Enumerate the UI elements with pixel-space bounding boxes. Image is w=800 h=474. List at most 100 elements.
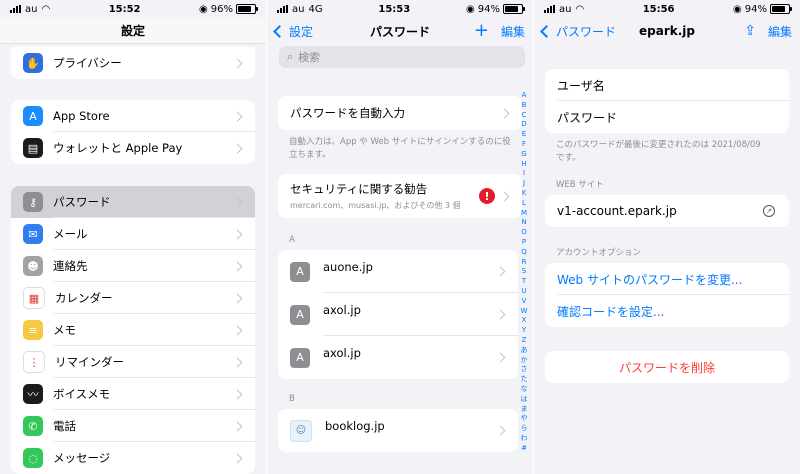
settings-item[interactable]: ✆ 電話: [11, 410, 255, 442]
chevron-right-icon: [499, 191, 510, 201]
settings-item[interactable]: ⚷ パスワード: [11, 186, 255, 218]
settings-item[interactable]: ▦ カレンダー: [11, 282, 255, 314]
index-letter[interactable]: E: [518, 130, 530, 140]
nav-bar: 設定: [0, 18, 266, 44]
chevron-right-icon: [495, 425, 506, 436]
change-password-link[interactable]: Web サイトのパスワードを変更...: [545, 263, 789, 295]
index-letter[interactable]: J: [518, 179, 530, 189]
change-password-label: Web サイトのパスワードを変更...: [557, 272, 743, 287]
back-button[interactable]: 設定: [273, 18, 313, 44]
section-header: A: [289, 235, 295, 245]
username-field[interactable]: ユーザ名: [545, 69, 789, 101]
edit-button[interactable]: 編集: [768, 23, 792, 40]
wallet-icon: ▤: [23, 138, 43, 158]
autofill-row[interactable]: パスワードを自動入力: [278, 96, 522, 130]
chevron-right-icon: [495, 352, 506, 363]
battery-percent: 94%: [744, 3, 767, 15]
index-letter[interactable]: X: [518, 316, 530, 326]
website-group: v1-account.epark.jp ↗: [545, 195, 789, 227]
settings-item[interactable]: ◌ メッセージ: [11, 442, 255, 474]
security-subtitle: mercari.com、musasi.jp、およびその他 3 個: [290, 201, 461, 210]
index-letter[interactable]: D: [518, 120, 530, 130]
index-letter[interactable]: H: [518, 160, 530, 170]
signal-icon: [544, 5, 555, 13]
index-letter[interactable]: T: [518, 277, 530, 287]
orientation-lock-icon: ◉: [199, 3, 208, 15]
page-title: パスワード: [369, 24, 430, 39]
settings-item[interactable]: ✉ メール: [11, 218, 255, 250]
index-letter[interactable]: か: [518, 356, 530, 366]
chevron-left-icon: [273, 24, 286, 38]
back-label: パスワード: [556, 24, 617, 39]
status-time: 15:52: [108, 3, 141, 15]
share-icon[interactable]: ⇪: [744, 23, 756, 39]
index-letter[interactable]: や: [518, 414, 530, 424]
index-letter[interactable]: C: [518, 111, 530, 121]
password-row[interactable]: Aaxol.jp: [278, 293, 518, 336]
chevron-right-icon: [499, 108, 510, 118]
index-letter[interactable]: W: [518, 307, 530, 317]
index-letter[interactable]: U: [518, 287, 530, 297]
index-letter[interactable]: Z: [518, 336, 530, 346]
status-time: 15:53: [378, 3, 411, 15]
index-letter[interactable]: ま: [518, 405, 530, 415]
index-letter[interactable]: わ: [518, 434, 530, 444]
search-input[interactable]: ⌕ 検索: [279, 46, 525, 68]
index-letter[interactable]: N: [518, 218, 530, 228]
index-letter[interactable]: A: [518, 91, 530, 101]
section-index[interactable]: A B C D E F G H I J K L M N O P Q R S T U V W X Y Z あかさたなはまやらわ #: [518, 91, 530, 453]
back-button[interactable]: パスワード: [540, 18, 617, 44]
index-letter[interactable]: G: [518, 150, 530, 160]
setup-code-link[interactable]: 確認コードを設定...: [545, 295, 789, 327]
settings-item-label: ボイスメモ: [53, 387, 111, 401]
index-letter[interactable]: I: [518, 169, 530, 179]
add-button[interactable]: +: [474, 22, 489, 40]
security-recommendations-row[interactable]: セキュリティに関する勧告 mercari.com、musasi.jp、およびその…: [278, 174, 522, 218]
status-bar: au ◠ 15:56 ◉ 94%: [534, 0, 800, 18]
search-icon: ⌕: [287, 50, 294, 63]
index-letter[interactable]: は: [518, 395, 530, 405]
delete-password-button[interactable]: パスワードを削除: [545, 351, 789, 383]
index-letter[interactable]: K: [518, 189, 530, 199]
index-letter[interactable]: な: [518, 385, 530, 395]
index-letter[interactable]: #: [518, 444, 530, 454]
settings-item[interactable]: ⋮ リマインダー: [11, 346, 255, 378]
index-letter[interactable]: M: [518, 209, 530, 219]
compass-icon[interactable]: ↗: [763, 205, 775, 217]
battery-icon: [503, 4, 525, 14]
index-letter[interactable]: あ: [518, 346, 530, 356]
index-letter[interactable]: S: [518, 267, 530, 277]
password-label: パスワード: [557, 110, 618, 125]
password-row[interactable]: Aauone.jp: [278, 250, 518, 293]
chevron-right-icon: [232, 389, 243, 399]
settings-item[interactable]: ☻ 連絡先: [11, 250, 255, 282]
index-letter[interactable]: R: [518, 258, 530, 268]
settings-item[interactable]: ✋ プライバシー: [11, 47, 255, 79]
index-letter[interactable]: さ: [518, 365, 530, 375]
settings-item[interactable]: 〰ボイスメモ: [11, 378, 255, 410]
index-letter[interactable]: L: [518, 199, 530, 209]
index-letter[interactable]: た: [518, 375, 530, 385]
password-row[interactable]: ☺ booklog.jp: [278, 409, 518, 452]
site-favicon-icon: ☺: [290, 419, 312, 442]
settings-item-label: パスワード: [53, 195, 111, 209]
index-letter[interactable]: O: [518, 228, 530, 238]
website-row[interactable]: v1-account.epark.jp ↗: [545, 195, 789, 227]
password-row[interactable]: Aaxol.jp: [278, 336, 518, 379]
index-letter[interactable]: B: [518, 101, 530, 111]
chevron-right-icon: [232, 58, 243, 68]
settings-item[interactable]: ▤ ウォレットと Apple Pay: [11, 132, 255, 164]
index-letter[interactable]: ら: [518, 424, 530, 434]
index-letter[interactable]: Y: [518, 326, 530, 336]
settings-item-label: メール: [53, 227, 88, 241]
settings-item-label: 電話: [53, 419, 76, 433]
settings-item[interactable]: A App Store: [11, 100, 255, 132]
index-letter[interactable]: P: [518, 238, 530, 248]
edit-button[interactable]: 編集: [501, 23, 525, 40]
password-field[interactable]: パスワード: [545, 101, 789, 133]
phone-icon: ✆: [23, 416, 43, 436]
index-letter[interactable]: F: [518, 140, 530, 150]
settings-item[interactable]: ≡ メモ: [11, 314, 255, 346]
index-letter[interactable]: Q: [518, 248, 530, 258]
index-letter[interactable]: V: [518, 297, 530, 307]
